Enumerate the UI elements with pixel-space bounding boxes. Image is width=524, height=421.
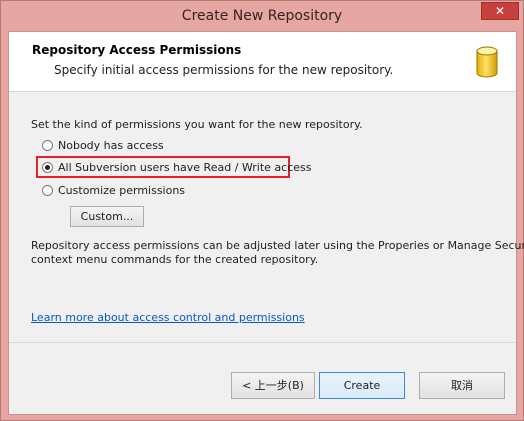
custom-button[interactable]: Custom... bbox=[70, 206, 144, 227]
radio-customize-permissions[interactable]: Customize permissions bbox=[42, 184, 242, 200]
page-subtitle: Specify initial access permissions for t… bbox=[54, 63, 394, 77]
window-title: Create New Repository bbox=[181, 8, 343, 24]
cancel-button[interactable]: 取消 bbox=[419, 372, 505, 399]
dialog-window: Create New Repository ✕ Repository Acces… bbox=[0, 0, 524, 421]
learn-more-link[interactable]: Learn more about access control and perm… bbox=[31, 311, 305, 324]
close-button[interactable]: ✕ bbox=[481, 2, 519, 20]
database-icon bbox=[476, 46, 498, 78]
note-line-1: Repository access permissions can be adj… bbox=[31, 239, 524, 252]
dialog-content: Repository Access Permissions Specify in… bbox=[8, 31, 524, 415]
radio-all-users-read-write[interactable]: All Subversion users have Read / Write a… bbox=[42, 161, 312, 177]
wizard-header: Repository Access Permissions Specify in… bbox=[9, 32, 516, 92]
radio-circle-selected[interactable] bbox=[42, 162, 53, 173]
radio-label: Nobody has access bbox=[58, 139, 164, 152]
title-bar[interactable]: Create New Repository ✕ bbox=[1, 1, 523, 31]
radio-nobody-access[interactable]: Nobody has access bbox=[42, 139, 242, 155]
radio-label: All Subversion users have Read / Write a… bbox=[58, 161, 312, 174]
create-button[interactable]: Create bbox=[319, 372, 405, 399]
radio-label: Customize permissions bbox=[58, 184, 186, 197]
instruction-text: Set the kind of permissions you want for… bbox=[31, 118, 363, 131]
back-button[interactable]: < 上一步(B) bbox=[231, 372, 315, 399]
note-line-2: context menu commands for the created re… bbox=[31, 253, 319, 266]
footer-divider bbox=[9, 342, 516, 343]
page-title: Repository Access Permissions bbox=[32, 43, 242, 57]
radio-circle[interactable] bbox=[42, 140, 53, 151]
radio-circle[interactable] bbox=[42, 185, 53, 196]
